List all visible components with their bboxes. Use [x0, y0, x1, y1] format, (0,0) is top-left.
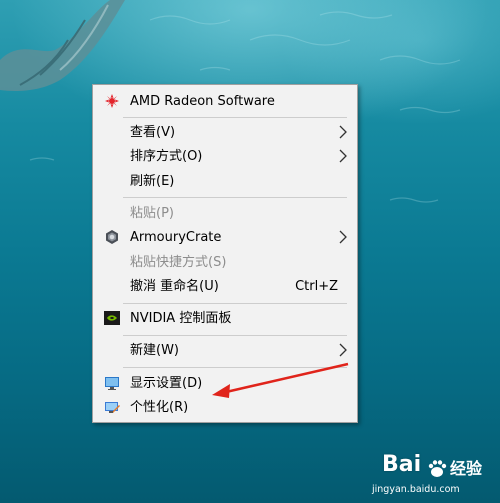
watermark-url: jingyan.baidu.com: [372, 484, 460, 495]
watermark-brand: Bai: [382, 452, 422, 477]
annotation-arrow: [212, 362, 349, 398]
baidu-paw-icon: [428, 460, 447, 477]
baidu-jingyan-watermark: Bai 经验 jingyan.baidu.com: [368, 452, 498, 500]
watermark-site: 经验: [450, 459, 483, 478]
